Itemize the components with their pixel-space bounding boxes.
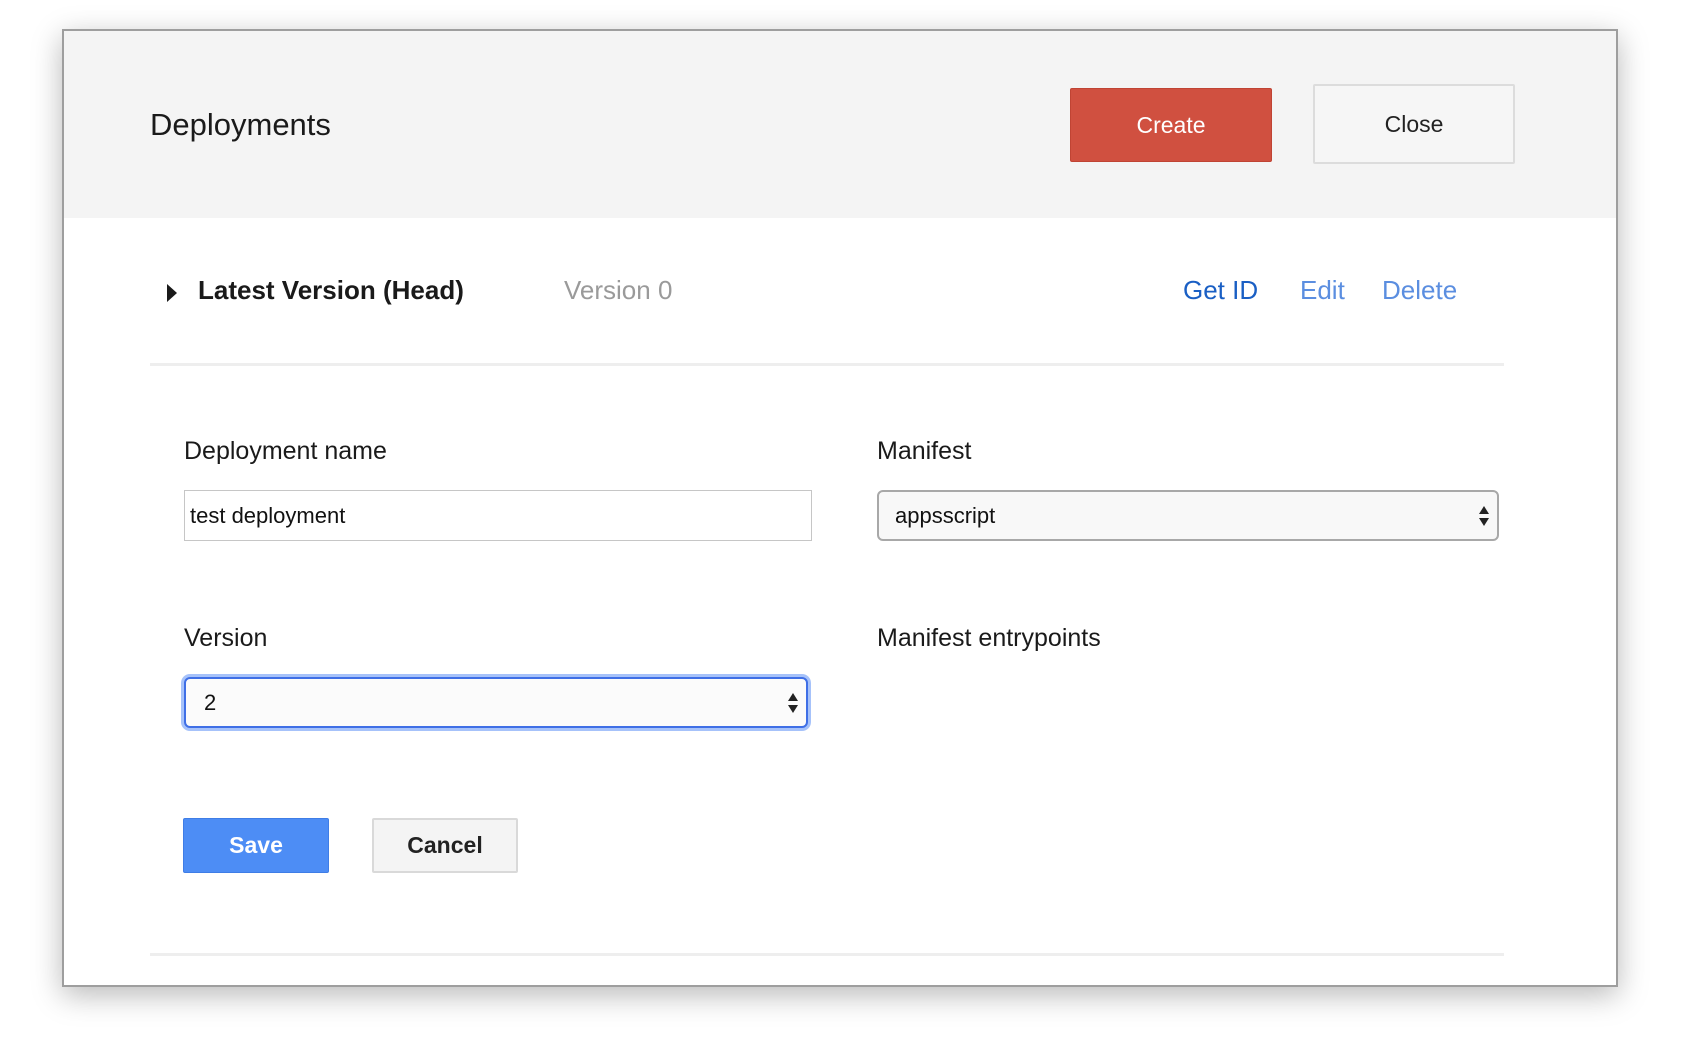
cancel-button[interactable]: Cancel xyxy=(372,818,518,873)
divider xyxy=(150,953,1504,956)
delete-link[interactable]: Delete xyxy=(1382,275,1457,306)
divider xyxy=(150,363,1504,366)
deployment-name: Latest Version (Head) xyxy=(198,275,464,305)
dialog-title: Deployments xyxy=(150,107,331,142)
caret-right-icon[interactable] xyxy=(167,284,177,302)
create-button[interactable]: Create xyxy=(1070,88,1272,162)
save-button[interactable]: Save xyxy=(183,818,329,873)
manifest-entrypoints-label: Manifest entrypoints xyxy=(877,624,1101,652)
deployment-version: Version 0 xyxy=(564,275,673,305)
version-select[interactable]: 2 xyxy=(184,677,808,728)
select-arrows-icon xyxy=(1479,505,1489,527)
deployments-dialog: Deployments Create Close Latest Version … xyxy=(62,29,1618,987)
deployment-row[interactable]: Latest Version (Head) Version 0 xyxy=(150,269,1500,317)
version-label: Version xyxy=(184,624,268,652)
get-id-link[interactable]: Get ID xyxy=(1183,275,1258,306)
deployment-name-label: Deployment name xyxy=(184,437,387,465)
close-button[interactable]: Close xyxy=(1313,84,1515,164)
dialog-header: Deployments Create Close xyxy=(64,31,1616,218)
manifest-select-value: appsscript xyxy=(895,502,996,528)
deployment-name-input[interactable] xyxy=(184,490,812,541)
edit-link[interactable]: Edit xyxy=(1300,275,1345,306)
select-arrows-icon xyxy=(788,692,798,714)
version-select-value: 2 xyxy=(204,689,217,715)
manifest-label: Manifest xyxy=(877,437,972,465)
manifest-select[interactable]: appsscript xyxy=(877,490,1499,541)
